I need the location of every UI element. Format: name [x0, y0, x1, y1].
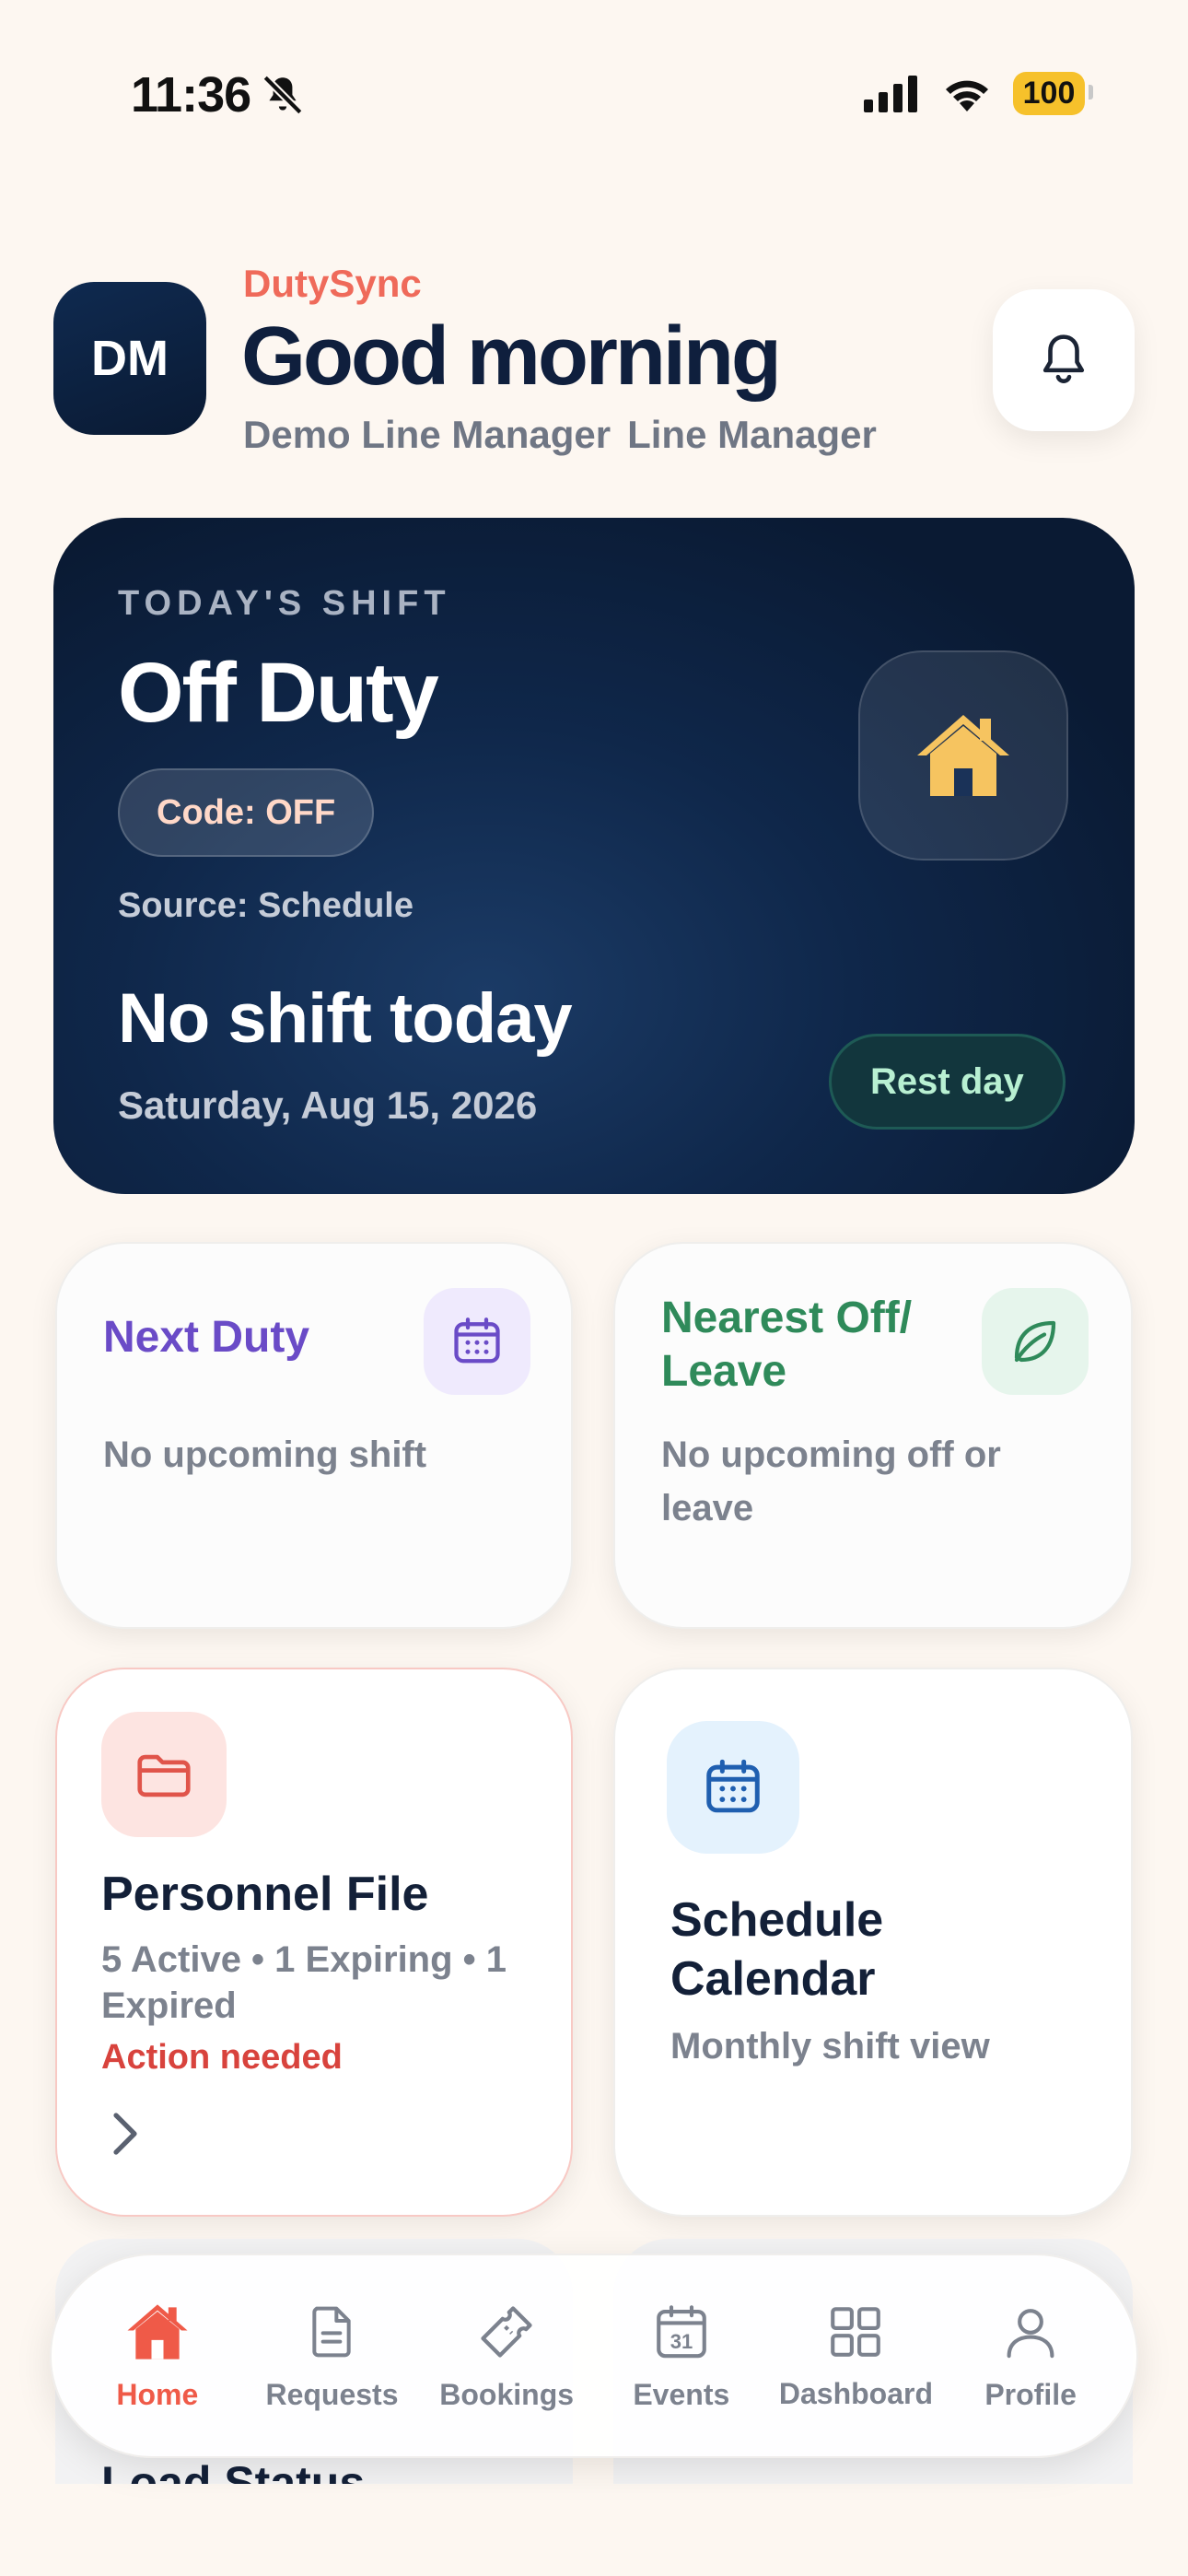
wifi-icon — [946, 80, 988, 111]
calendar-icon — [706, 1759, 760, 1813]
user-subline: Demo Line Manager Line Manager — [243, 413, 877, 457]
nearest-off-icon-tile — [982, 1288, 1089, 1395]
status-indicators: 100 — [864, 72, 1093, 115]
user-icon — [1007, 2308, 1054, 2358]
nav-label: Requests — [265, 2377, 399, 2411]
next-duty-body: No upcoming shift — [103, 1434, 427, 1475]
nav-home[interactable]: Home — [75, 2301, 240, 2412]
house-icon — [917, 715, 1009, 796]
greeting-title: Good morning — [241, 310, 782, 403]
nearest-off-card[interactable]: Nearest Off/ Leave No upcoming off or le… — [613, 1242, 1133, 1629]
shift-message: No shift today — [118, 979, 573, 1058]
schedule-calendar-card[interactable]: Schedule Calendar Monthly shift view — [613, 1668, 1133, 2217]
user-name: Demo Line Manager — [243, 413, 611, 456]
nav-label: Home — [116, 2377, 199, 2411]
nav-events[interactable]: 31 Events — [599, 2301, 764, 2412]
nav-profile[interactable]: Profile — [948, 2301, 1113, 2412]
next-duty-title: Next Duty — [103, 1313, 310, 1362]
ticket-icon — [481, 2305, 532, 2358]
signal-icon — [864, 75, 917, 112]
nearest-off-body: No upcoming off or leave — [661, 1434, 1001, 1528]
home-tile — [858, 650, 1068, 861]
today-shift-card[interactable]: TODAY'S SHIFT Off Duty Code: OFF Source:… — [53, 518, 1135, 1194]
shift-status-title: Off Duty — [118, 646, 439, 740]
nav-requests[interactable]: Requests — [249, 2301, 414, 2412]
bottom-nav: Home Requests Bookings 31 Events Dashboa… — [50, 2254, 1138, 2458]
leaf-icon — [1014, 1320, 1056, 1363]
status-time: 11:36 — [131, 67, 251, 123]
battery-indicator: 100 — [1013, 72, 1093, 115]
personnel-file-card[interactable]: Personnel File 5 Active • 1 Expiring • 1… — [55, 1668, 573, 2217]
bell-muted-icon — [262, 75, 303, 115]
personnel-file-meta: 5 Active • 1 Expiring • 1 Expired — [101, 1939, 507, 2026]
bell-icon — [1042, 334, 1085, 383]
nav-dashboard[interactable]: Dashboard — [773, 2301, 938, 2411]
avatar[interactable]: DM — [53, 282, 206, 435]
next-duty-card[interactable]: Next Duty No upcoming shift — [55, 1242, 573, 1629]
nav-label: Profile — [984, 2377, 1077, 2411]
nav-label: Events — [633, 2377, 730, 2411]
shift-date: Saturday, Aug 15, 2026 — [118, 1083, 538, 1127]
chevron-right-icon[interactable] — [109, 2110, 142, 2158]
grid-icon — [831, 2306, 881, 2357]
calendar-icon — [454, 1317, 500, 1364]
next-duty-icon-tile — [424, 1288, 530, 1395]
nav-label: Bookings — [439, 2377, 575, 2411]
shift-source: Source: Schedule — [118, 886, 413, 925]
personnel-file-title: Personnel File — [101, 1868, 429, 1921]
nav-bookings[interactable]: Bookings — [424, 2301, 589, 2412]
bottom-safe-area — [0, 2484, 1188, 2576]
personnel-file-icon-tile — [101, 1712, 227, 1837]
rest-day-badge: Rest day — [829, 1034, 1066, 1130]
notifications-button[interactable] — [993, 289, 1135, 431]
personnel-file-action: Action needed — [101, 2038, 343, 2077]
home-icon — [127, 2303, 188, 2359]
brand-name: DutySync — [243, 262, 422, 305]
schedule-calendar-title: Schedule Calendar — [670, 1893, 884, 2006]
nearest-off-title: Nearest Off/ Leave — [661, 1294, 913, 1396]
svg-text:31: 31 — [670, 2330, 693, 2353]
user-role: Line Manager — [627, 413, 877, 456]
schedule-calendar-icon-tile — [667, 1721, 799, 1854]
calendar-date-icon: 31 — [656, 2304, 706, 2358]
folder-icon — [137, 1754, 191, 1797]
schedule-calendar-subtitle: Monthly shift view — [670, 2026, 990, 2067]
shift-code-badge: Code: OFF — [118, 768, 375, 857]
nav-label: Dashboard — [778, 2376, 934, 2410]
today-shift-kicker: TODAY'S SHIFT — [118, 584, 451, 623]
document-icon — [312, 2306, 352, 2357]
